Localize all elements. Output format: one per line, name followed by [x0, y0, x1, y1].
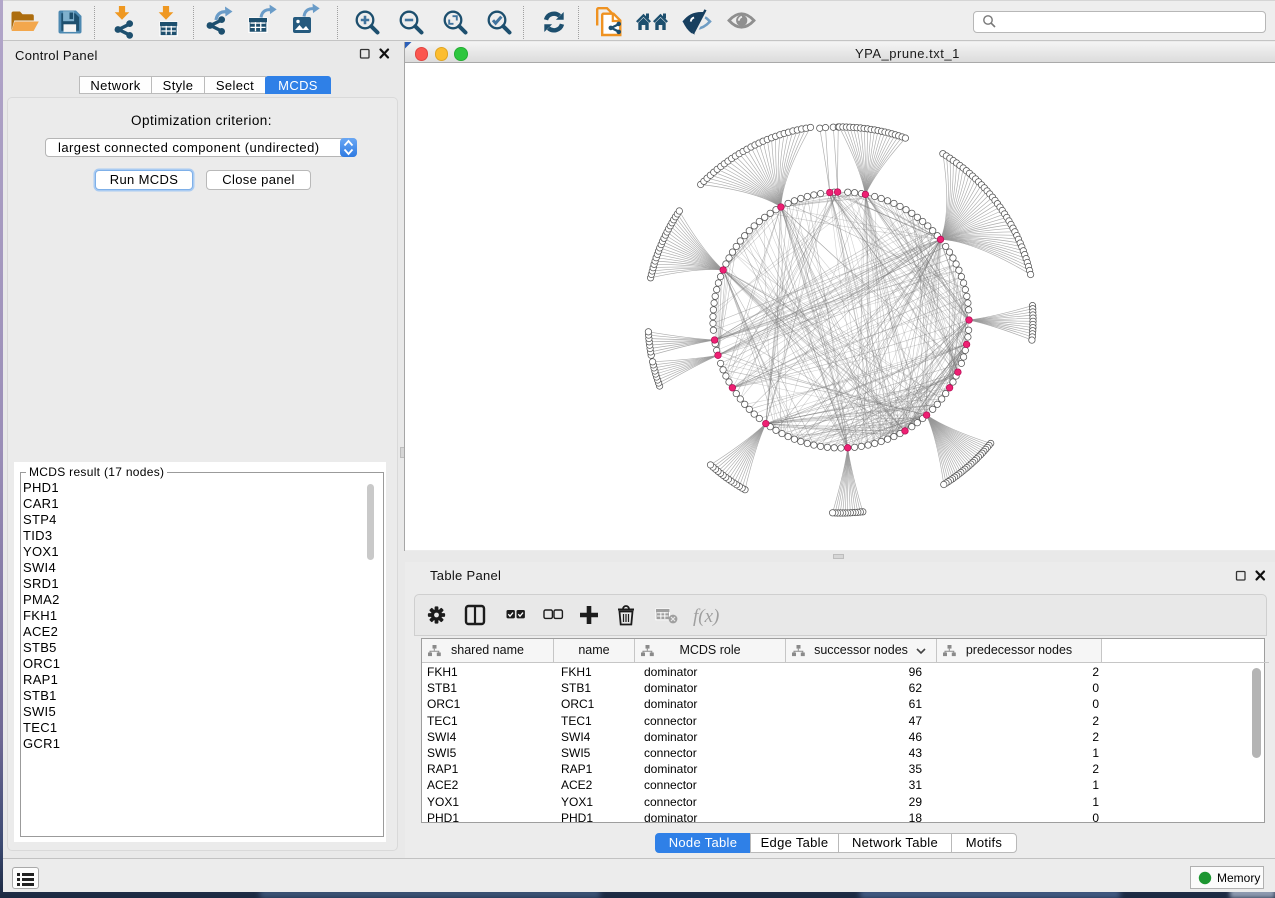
svg-text:f(x): f(x) — [693, 606, 719, 627]
